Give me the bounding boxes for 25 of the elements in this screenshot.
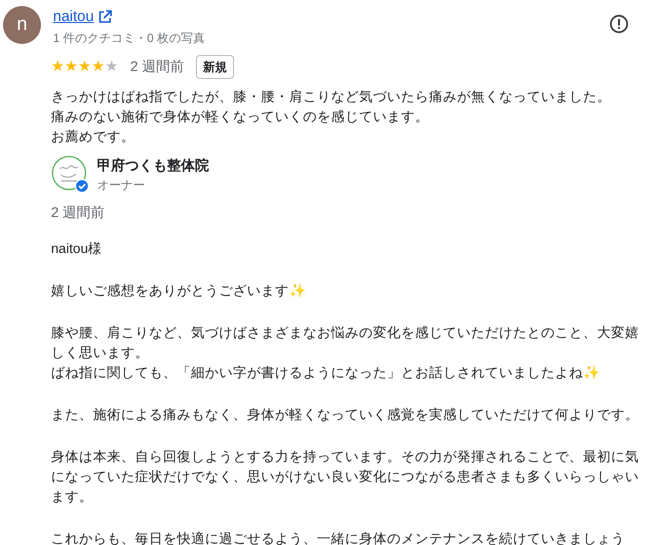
reviewer-stats: 1 件のクチコミ・0 枚の写真 [53, 30, 206, 46]
review-text: お薦めです。 [51, 128, 136, 146]
owner-name: 甲府つくも整体院 [97, 156, 209, 175]
review-text: 痛みのない施術で身体が軽くなっていくのを感じています。 [51, 108, 430, 126]
empty-star-icon: ★ [104, 59, 118, 74]
reply-paragraph: 嬉しいご感想をありがとうございます✨ [51, 282, 307, 300]
reviewer-name-link[interactable]: naitou [53, 6, 94, 28]
star-icon: ★ [91, 59, 105, 74]
reply-paragraph: ばね指に関しても、「細かい字が書けるようになった」とお話しされていましたよね✨ [51, 364, 601, 382]
star-icon: ★ [64, 59, 78, 74]
review-time: 2 週間前 [130, 57, 184, 76]
review-text: きっかけはばね指でしたが、膝・腰・肩こりなど気づいたら痛みが無くなっていました。 [51, 88, 612, 106]
reply-paragraph: 身体は本来、自ら回復しようとする力を持っています。その力が発揮されることで、最初に気になっていた症状だけでなく、思いがけない良い変化につながる患者さまも多くいらっしゃいます。 [51, 448, 640, 506]
reply-paragraph: naitou様 [51, 240, 104, 258]
reply-paragraph: 膝や腰、肩こりなど、気づけばさまざまなお悩みの変化を感じていただけたとのこと、大変嬉しく思います。 [51, 324, 640, 362]
star-icon: ★ [51, 59, 64, 74]
reply-paragraph: これからも、毎日を快適に過ごせるよう、一緒に身体のメンテナンスを続けていきましょう [51, 530, 626, 545]
avatar[interactable]: n [3, 6, 41, 44]
reply-time: 2 週間前 [51, 202, 106, 222]
owner-role: オーナー [97, 176, 146, 194]
star-icon: ★ [78, 59, 92, 74]
external-link-icon [98, 10, 112, 24]
new-label: 新規 [196, 54, 234, 78]
reply-paragraph: また、施術による痛みもなく、身体が軽くなっていく感覚を実感していただけて何よりです。 [51, 406, 640, 424]
report-icon[interactable] [609, 14, 629, 34]
